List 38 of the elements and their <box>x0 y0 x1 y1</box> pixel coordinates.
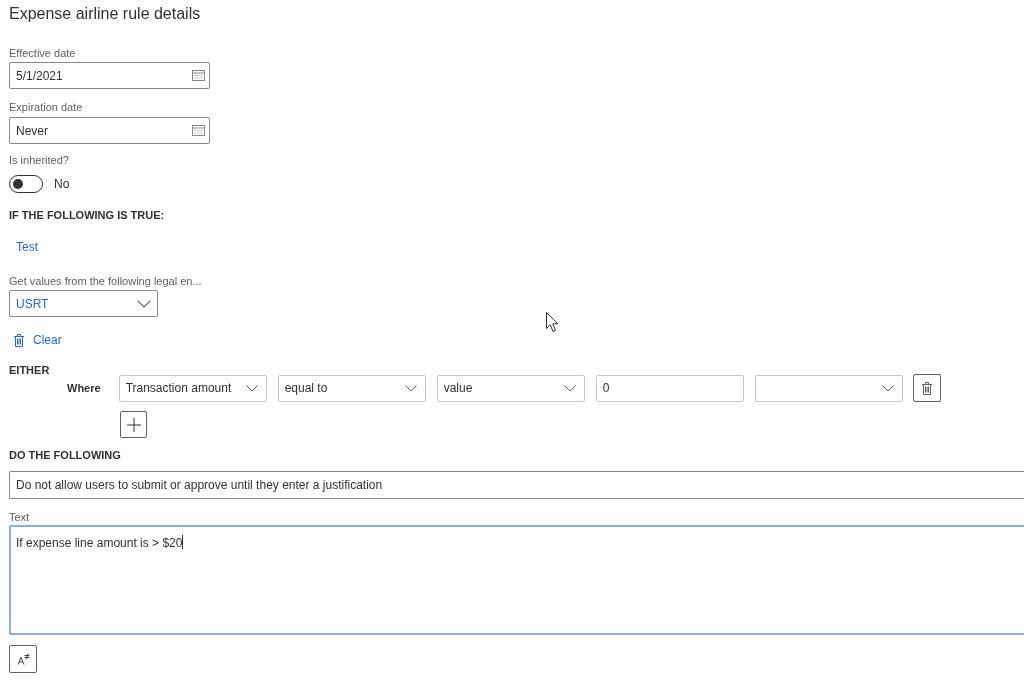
field-label: Get values from the following legal en... <box>9 274 202 288</box>
action-dropdown[interactable]: Do not allow users to submit or approve until they enter a justification <box>9 471 1024 499</box>
chevron-down-icon <box>137 299 151 308</box>
calendar-icon <box>192 70 205 81</box>
value-input-field[interactable]: 0 <box>595 374 744 402</box>
chevron-down-icon <box>404 384 417 392</box>
condition-dropdown[interactable]: Transaction amount <box>118 374 267 402</box>
field-label: Text <box>9 511 30 523</box>
chevron-down-icon <box>881 384 894 392</box>
where-label: Where <box>67 381 101 395</box>
section-heading: IF THE FOLLOWING IS TRUE: <box>9 208 165 222</box>
legal-entity-dropdown[interactable]: USRT <box>9 290 158 317</box>
add-button[interactable] <box>120 411 147 438</box>
text-format-icon <box>16 653 30 665</box>
chevron-down-icon <box>245 384 258 392</box>
date-field[interactable]: 5/1/2021 <box>9 62 210 89</box>
trash-icon <box>921 381 932 395</box>
delete-button[interactable] <box>912 374 941 402</box>
clear-button[interactable]: Clear <box>14 333 62 347</box>
chevron-down-icon <box>563 384 576 392</box>
date-field[interactable]: Never <box>9 117 210 144</box>
section-heading: EITHER <box>9 365 50 375</box>
section-heading: DO THE FOLLOWING <box>9 448 121 462</box>
format-button[interactable] <box>9 645 37 673</box>
field-label: Is inherited? <box>9 153 69 167</box>
text-area-field[interactable]: If expense line amount is > $20 <box>9 525 1024 635</box>
test-link[interactable]: Test <box>16 240 38 254</box>
condition-dropdown[interactable]: value <box>436 374 585 402</box>
page-title: Expense airline rule details <box>9 5 201 23</box>
trash-icon <box>14 333 24 347</box>
calendar-icon <box>192 125 205 136</box>
toggle-switch[interactable] <box>9 175 43 193</box>
toggle-state-text: No <box>54 177 70 191</box>
condition-dropdown[interactable]: equal to <box>277 374 426 402</box>
mouse-pointer-icon <box>546 312 559 333</box>
field-label: Expiration date <box>9 100 83 114</box>
plus-icon <box>125 416 142 433</box>
field-label: Effective date <box>9 46 76 60</box>
